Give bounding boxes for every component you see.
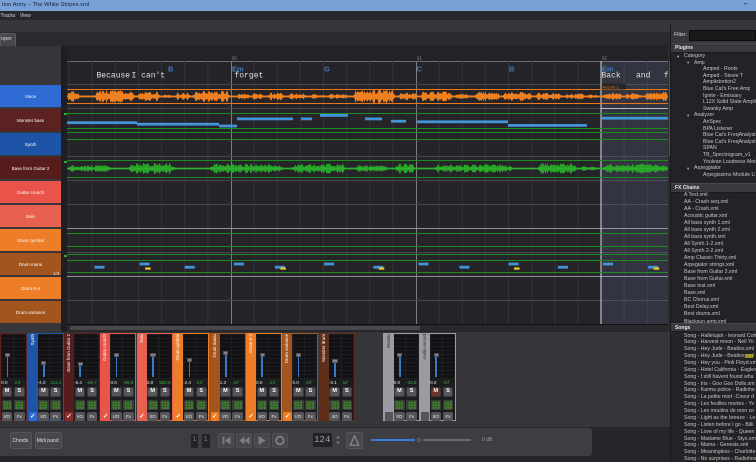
svg-text:C: C	[417, 65, 423, 74]
svg-text:20: 20	[232, 55, 237, 60]
svg-text:22: 22	[602, 55, 607, 60]
svg-text:B: B	[509, 65, 515, 74]
svg-text:B: B	[168, 65, 174, 74]
svg-text:Back: Back	[602, 72, 621, 81]
svg-text:Record 1: Record 1	[603, 84, 620, 89]
svg-text:t: t	[67, 72, 68, 81]
svg-text:Because: Because	[97, 72, 131, 81]
svg-text:G: G	[324, 65, 330, 74]
svg-text:forget: forget	[235, 72, 264, 81]
svg-text:and: and	[636, 72, 651, 81]
svg-text:21: 21	[417, 55, 422, 60]
svg-text:I can't: I can't	[132, 72, 166, 81]
